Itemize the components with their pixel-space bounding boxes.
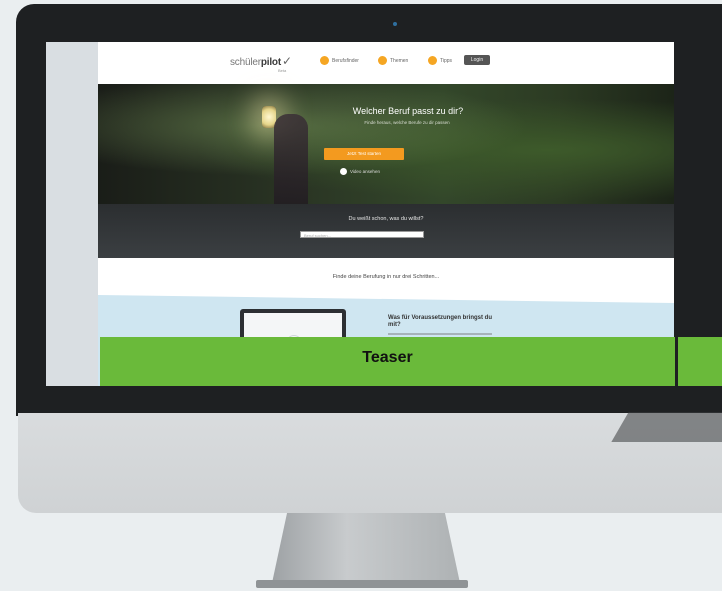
banner-edge (678, 337, 722, 386)
steps-heading: Finde deine Berufung in nur drei Schritt… (332, 274, 440, 280)
hero-title: Welcher Beruf passt zu dir? (352, 106, 464, 116)
hero-person-image (274, 114, 308, 204)
video-link[interactable]: Video ansehen (340, 168, 380, 175)
nav-item-tipps[interactable]: Tipps (428, 56, 452, 65)
camera-icon (393, 22, 397, 26)
banner-label: Teaser (362, 349, 413, 366)
nav-label: Tipps (440, 57, 453, 64)
search-input[interactable]: Beruf suchen... (300, 231, 424, 238)
search-heading: Du weißt schon, was du willst? (348, 216, 424, 222)
nav-item-berufsfinder[interactable]: Berufsfinder (320, 56, 359, 65)
logo-wing-icon: ✓ (281, 54, 292, 68)
logo-prefix: schüler (230, 57, 261, 68)
nav-label: Berufsfinder (332, 57, 359, 64)
teaser-heading: Was für Voraussetzungen bringst du mit? (388, 315, 493, 328)
video-label: Video ansehen (350, 169, 380, 174)
topics-icon (378, 56, 387, 65)
hero-subtitle: Finde heraus, welche Berufe zu dir passe… (364, 120, 450, 125)
nav-label: Themen (390, 57, 409, 64)
brand-logo[interactable]: schülerpilot✓ (230, 54, 292, 68)
monitor-foot (256, 580, 468, 588)
monitor-reflection (611, 412, 722, 442)
search-section: Du weißt schon, was du willst? Beruf suc… (98, 204, 674, 258)
text-line (388, 333, 492, 335)
nav-item-themen[interactable]: Themen (378, 56, 408, 65)
monitor-chin (18, 413, 722, 513)
logo-bold: pilot (260, 57, 281, 68)
teaser-banner: Teaser (100, 337, 675, 386)
lightbulb-icon (428, 56, 437, 65)
login-button[interactable]: Login (464, 55, 490, 65)
logo-subtitle: Beta (278, 68, 287, 73)
monitor-stand (272, 513, 460, 583)
site-header: schülerpilot✓ Beta Berufsfinder Themen T… (98, 42, 674, 84)
start-test-button[interactable]: Jetzt Test starten (324, 148, 404, 160)
hero-section: Welcher Beruf passt zu dir? Finde heraus… (98, 84, 674, 204)
website: schülerpilot✓ Beta Berufsfinder Themen T… (98, 42, 674, 386)
monitor-screen: schülerpilot✓ Beta Berufsfinder Themen T… (46, 42, 674, 386)
compass-icon (320, 56, 329, 65)
play-icon (340, 168, 347, 175)
